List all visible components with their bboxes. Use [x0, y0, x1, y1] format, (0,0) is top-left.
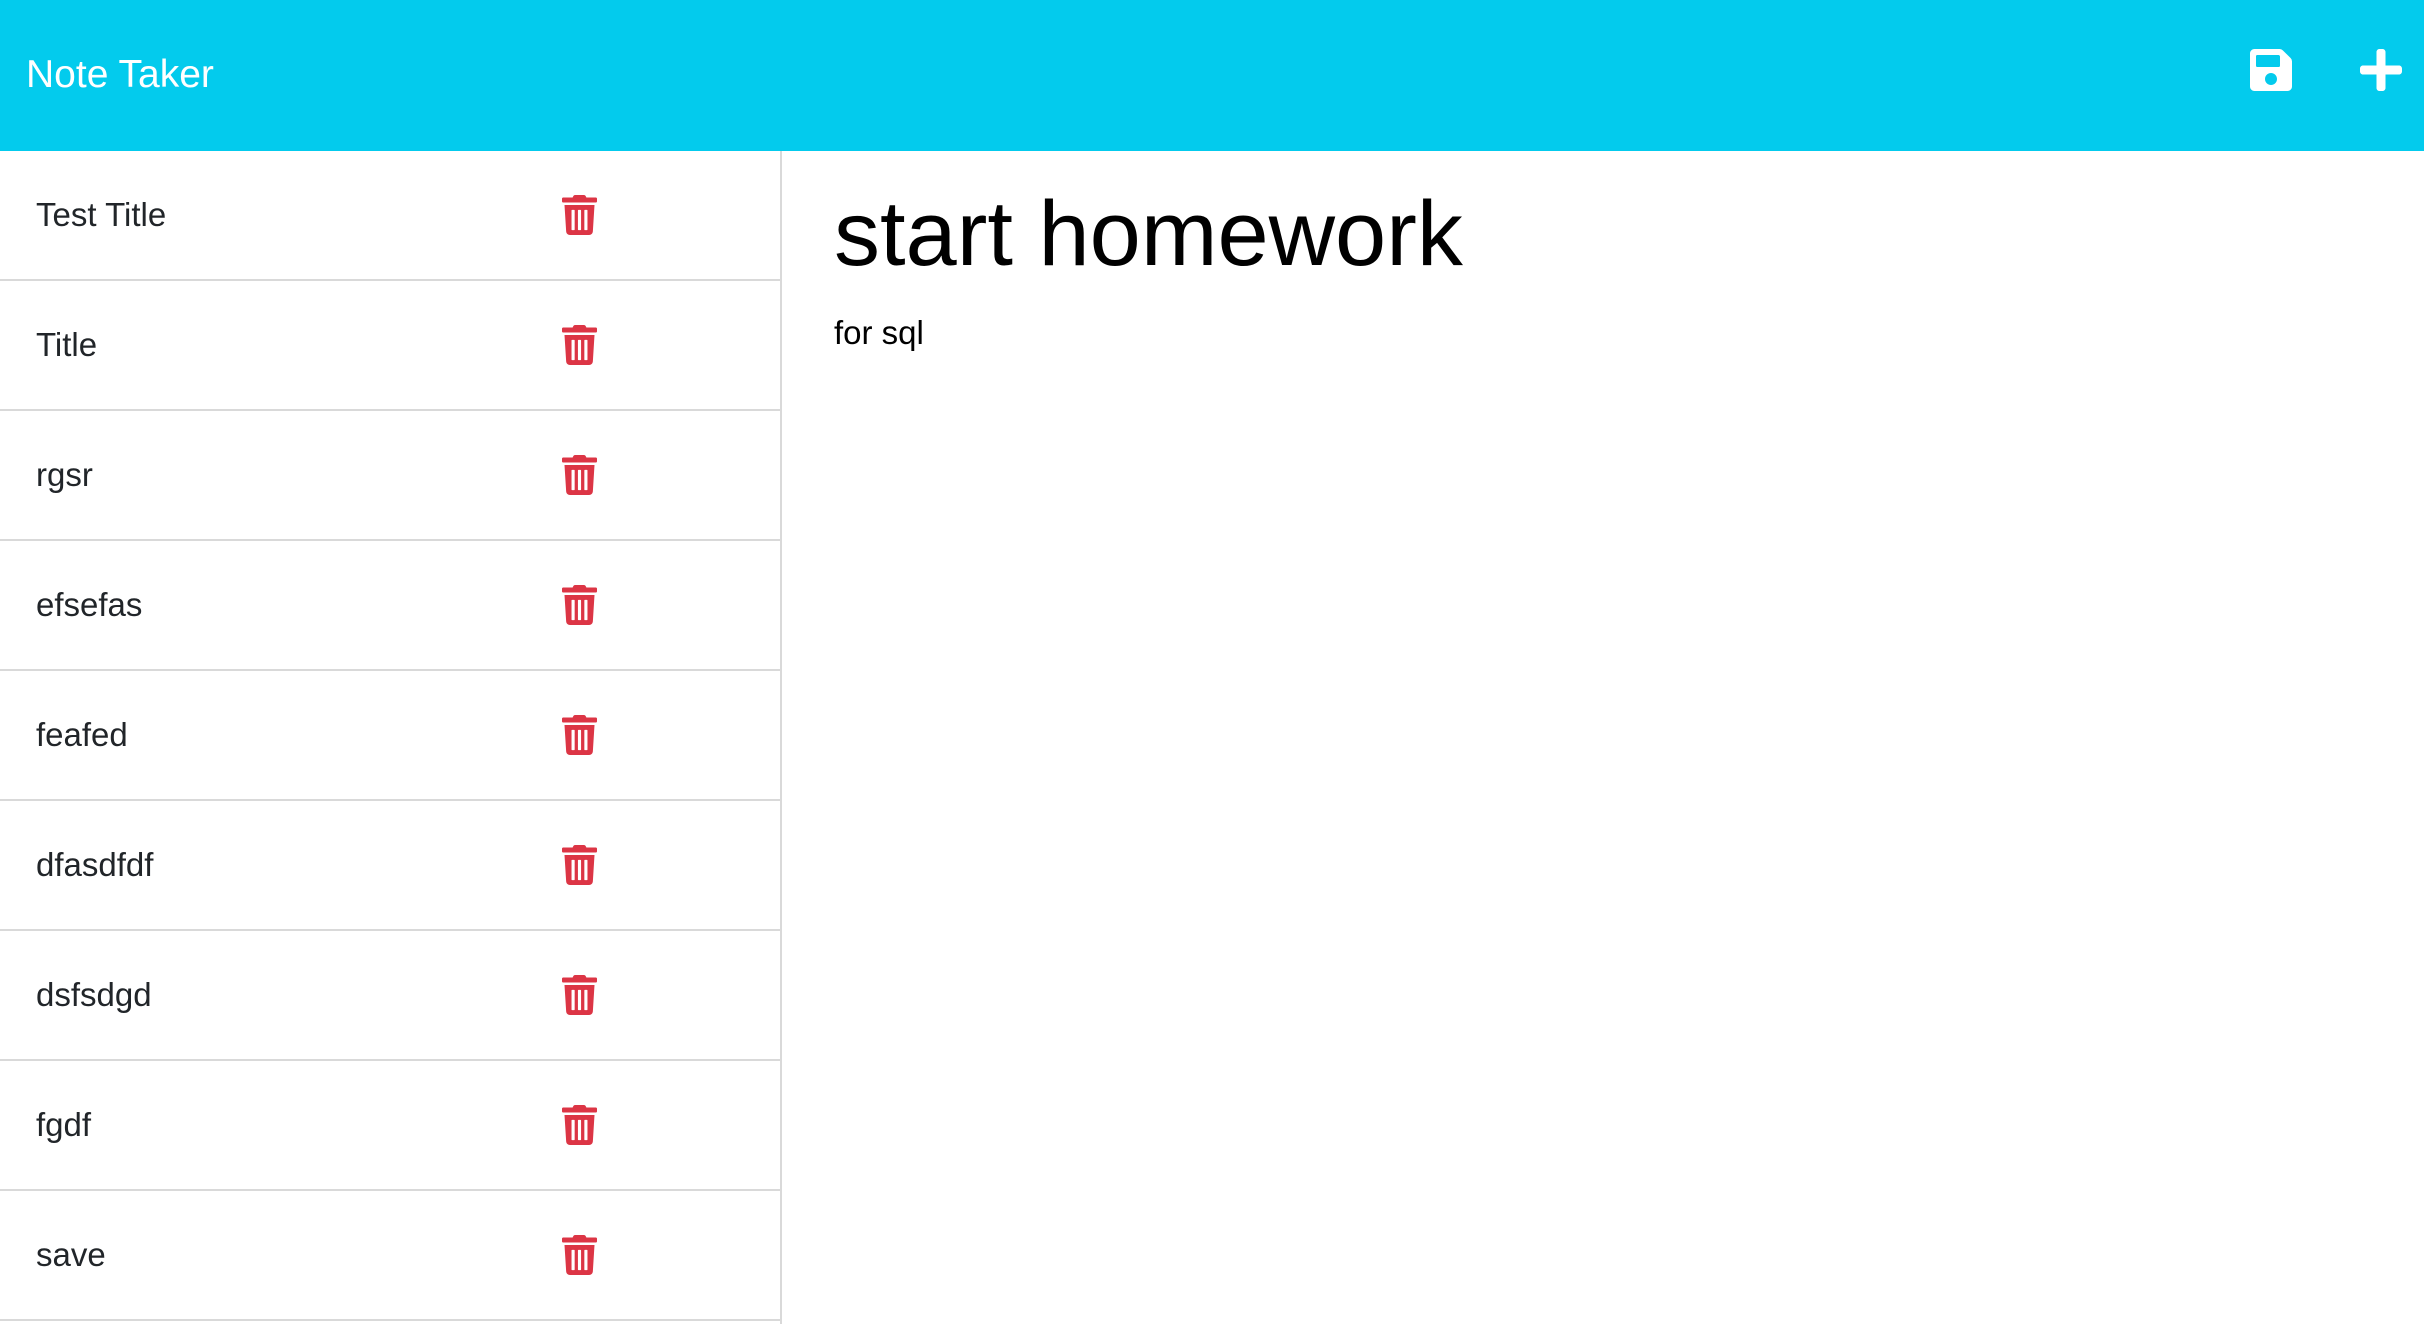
trash-icon[interactable] — [562, 845, 597, 885]
note-list-item[interactable]: efsefas — [0, 541, 780, 671]
note-list-item-title: efsefas — [36, 586, 143, 623]
note-list-item[interactable]: dsfsdgd — [0, 931, 780, 1061]
save-note-button[interactable] — [2247, 46, 2295, 94]
note-list-item-title: Title — [36, 326, 98, 363]
note-list: Test Title Title rgsr efsefas feafed dfasdfdf… — [0, 151, 780, 1321]
floppy-disk-icon — [2250, 49, 2292, 91]
note-list-item[interactable]: Title — [0, 281, 780, 411]
trash-icon[interactable] — [562, 455, 597, 495]
trash-icon[interactable] — [562, 1105, 597, 1145]
trash-icon[interactable] — [562, 975, 597, 1015]
top-navbar: Note Taker — [0, 0, 2424, 151]
trash-icon[interactable] — [562, 325, 597, 365]
note-editor: start homework for sql — [782, 151, 2424, 1324]
note-list-item-title: fgdf — [36, 1106, 92, 1143]
trash-icon[interactable] — [562, 585, 597, 625]
note-list-item[interactable]: dfasdfdf — [0, 801, 780, 931]
note-list-item[interactable]: rgsr — [0, 411, 780, 541]
note-title[interactable]: start homework — [834, 179, 1463, 289]
note-list-item[interactable]: feafed — [0, 671, 780, 801]
note-list-item-title: rgsr — [36, 456, 93, 493]
note-text[interactable]: for sql — [834, 311, 924, 355]
note-list-item-title: dfasdfdf — [36, 846, 154, 883]
note-list-item-title: dsfsdgd — [36, 976, 152, 1013]
note-list-item-title: save — [36, 1236, 106, 1273]
trash-icon[interactable] — [562, 1235, 597, 1275]
note-list-item[interactable]: Test Title — [0, 151, 780, 281]
new-note-button[interactable] — [2357, 46, 2405, 94]
app-title[interactable]: Note Taker — [26, 48, 214, 102]
note-list-item-title: feafed — [36, 716, 128, 753]
note-list-item[interactable]: fgdf — [0, 1061, 780, 1191]
plus-icon — [2360, 49, 2402, 91]
note-list-item-title: Test Title — [36, 196, 167, 233]
trash-icon[interactable] — [562, 715, 597, 755]
trash-icon[interactable] — [562, 195, 597, 235]
notes-sidebar: Test Title Title rgsr efsefas feafed dfasdfdf… — [0, 151, 782, 1324]
note-list-item[interactable]: save — [0, 1191, 780, 1321]
